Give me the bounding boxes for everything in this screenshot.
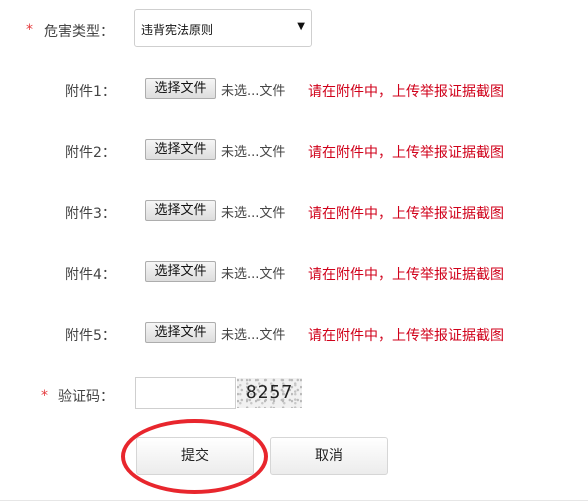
- attachment-4-file-status: 未选...文件: [221, 267, 286, 282]
- attachment-2-label: 附件2：: [65, 145, 116, 161]
- captcha-label: 验证码：: [58, 389, 114, 405]
- dropdown-arrow-icon: ▼: [297, 21, 305, 32]
- attachment-5-choose-file-button[interactable]: 选择文件: [145, 322, 216, 343]
- attachment-4-choose-file-button[interactable]: 选择文件: [145, 261, 216, 282]
- attachment-2-hint: 请在附件中，上传举报证据截图: [308, 145, 504, 161]
- divider: [0, 500, 588, 501]
- cancel-button[interactable]: 取消: [270, 437, 388, 475]
- harm-type-selected-value: 违背宪法原则: [141, 23, 214, 37]
- attachment-5-label: 附件5：: [65, 328, 116, 344]
- attachment-1-label: 附件1：: [65, 84, 116, 100]
- attachment-3-choose-file-button[interactable]: 选择文件: [145, 200, 216, 221]
- captcha-input[interactable]: [135, 377, 236, 409]
- attachment-5-hint: 请在附件中，上传举报证据截图: [308, 328, 504, 344]
- attachment-3-file-status: 未选...文件: [221, 206, 286, 221]
- attachment-5-file-status: 未选...文件: [221, 328, 286, 343]
- attachment-3-hint: 请在附件中，上传举报证据截图: [308, 206, 504, 222]
- captcha-image[interactable]: 8257: [237, 378, 302, 408]
- attachment-1-hint: 请在附件中，上传举报证据截图: [308, 84, 504, 100]
- attachment-4-hint: 请在附件中，上传举报证据截图: [308, 267, 504, 283]
- attachment-1-choose-file-button[interactable]: 选择文件: [145, 78, 216, 99]
- harm-type-select[interactable]: 违背宪法原则 ▼: [134, 9, 312, 47]
- harm-type-label: 危害类型：: [44, 24, 114, 40]
- attachment-2-file-status: 未选...文件: [221, 145, 286, 160]
- captcha-required-asterisk: *: [41, 388, 48, 404]
- attachment-3-label: 附件3：: [65, 206, 116, 222]
- required-asterisk: *: [26, 22, 33, 38]
- attachment-2-choose-file-button[interactable]: 选择文件: [145, 139, 216, 160]
- attachment-1-file-status: 未选...文件: [221, 84, 286, 99]
- submit-button[interactable]: 提交: [136, 437, 254, 475]
- attachment-4-label: 附件4：: [65, 267, 116, 283]
